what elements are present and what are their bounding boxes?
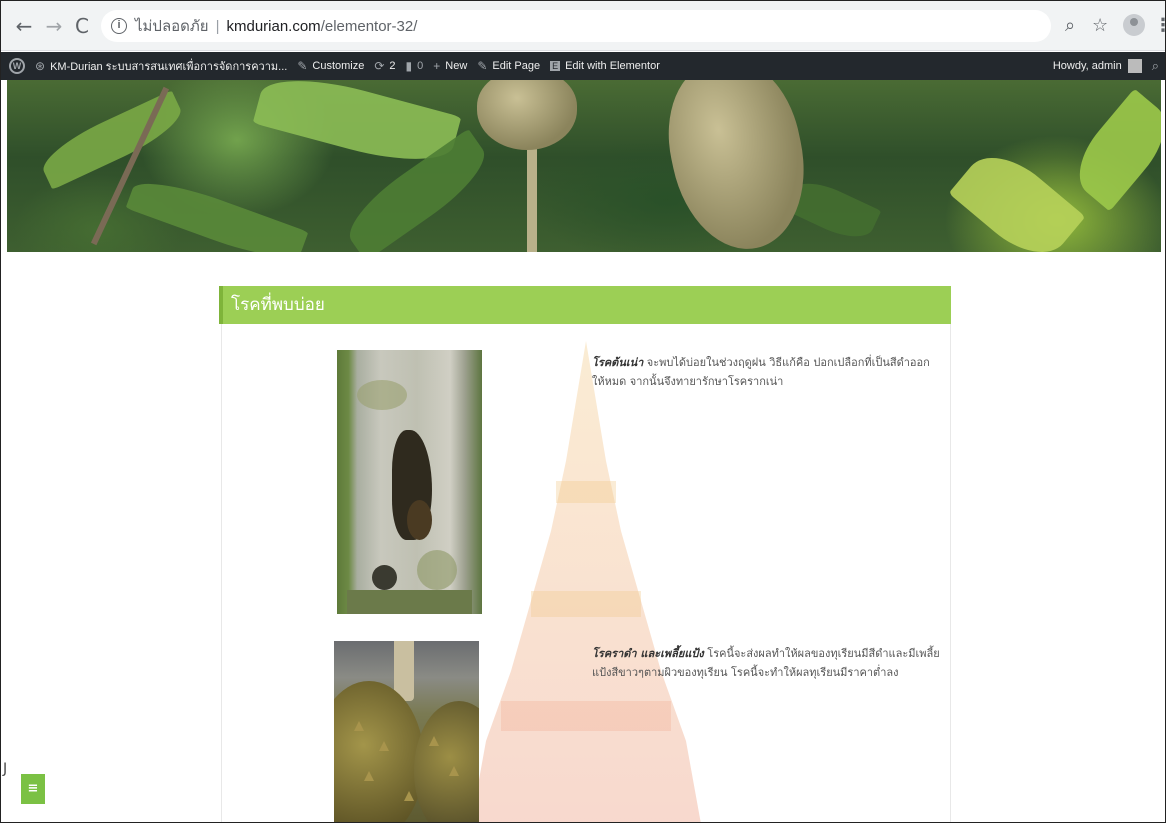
admin-customize[interactable]: ✎ Customize [297, 59, 364, 73]
temple-watermark-image [471, 341, 701, 822]
browser-toolbar: ← → C i ไม่ปลอดภัย | kmdurian.com /eleme… [1, 1, 1165, 51]
wp-admin-bar: W ⊛ KM-Durian ระบบสารสนเทศเพื่อการจัดการ… [1, 52, 1165, 80]
url-separator: | [215, 17, 220, 35]
admin-search-icon[interactable]: ⌕ [1152, 58, 1159, 74]
profile-avatar-icon[interactable] [1123, 14, 1145, 36]
disease-name-2: โรคราดำ และเพลี้ยแป้ง [592, 647, 704, 660]
comments-count: 0 [417, 60, 424, 72]
disease-text-1: จะพบได้บ่อยในช่วงฤดูฝน วิธีแก้คือ ปอกเปล… [592, 356, 930, 388]
updates-icon: ⟳ [374, 59, 385, 73]
admin-account[interactable]: Howdy, admin ⌕ [1053, 52, 1159, 80]
admin-edit-elementor[interactable]: E Edit with Elementor [550, 60, 660, 72]
edit-page-label: Edit Page [492, 60, 541, 72]
durian-fruit-photo [334, 641, 479, 822]
disease-description-2: โรคราดำ และเพลี้ยแป้ง โรคนี้จะส่งผลทำให้… [592, 644, 942, 682]
insecure-label: ไม่ปลอดภัย [135, 18, 209, 35]
address-bar[interactable]: i ไม่ปลอดภัย | kmdurian.com /elementor-3… [101, 10, 1051, 42]
disease-description-1: โรคต้นเน่า จะพบได้บ่อยในช่วงฤดูฝน วิธีแก… [592, 353, 942, 391]
howdy-label: Howdy, admin [1052, 60, 1122, 72]
disease-name-1: โรคต้นเน่า [592, 356, 644, 369]
admin-comments[interactable]: ▮ 0 [406, 59, 424, 73]
tree-trunk-photo [337, 350, 482, 614]
plus-icon: + [433, 59, 441, 73]
new-label: New [445, 60, 468, 72]
admin-site-name[interactable]: ⊛ KM-Durian ระบบสารสนเทศเพื่อการจัดการคว… [35, 57, 287, 75]
edit-elementor-label: Edit with Elementor [565, 60, 660, 72]
elementor-icon: E [550, 61, 561, 71]
customize-label: Customize [312, 60, 365, 72]
admin-edit-page[interactable]: ✎ Edit Page [477, 59, 540, 73]
bookmark-star-icon[interactable]: ☆ [1092, 15, 1108, 36]
info-icon[interactable]: i [111, 18, 127, 34]
url-path: /elementor-32/ [320, 17, 418, 35]
zoom-icon[interactable]: ⌕ [1065, 15, 1075, 36]
dashboard-icon: ⊛ [35, 59, 46, 73]
pencil-icon: ✎ [477, 59, 488, 73]
url-host: kmdurian.com [226, 17, 321, 35]
updates-count: 2 [389, 60, 396, 72]
browser-window: ← → C i ไม่ปลอดภัย | kmdurian.com /eleme… [0, 0, 1166, 823]
reload-icon[interactable]: C [71, 16, 93, 36]
section-heading: โรคที่พบบ่อย [219, 286, 951, 324]
kebab-menu-icon[interactable]: ⋮ [1154, 15, 1165, 36]
admin-updates[interactable]: ⟳ 2 [374, 59, 395, 73]
stray-glyph: J [3, 761, 8, 777]
forward-arrow-icon[interactable]: → [43, 16, 65, 36]
admin-avatar-icon [1127, 59, 1142, 73]
comment-icon: ▮ [405, 59, 413, 73]
brush-icon: ✎ [297, 59, 308, 73]
wordpress-logo-icon[interactable]: W [9, 58, 25, 74]
hero-banner-image [7, 80, 1161, 252]
elementor-navigator-button[interactable]: ≡ [21, 774, 45, 804]
site-name-label: KM-Durian ระบบสารสนเทศเพื่อการจัดการความ… [50, 61, 288, 73]
back-arrow-icon[interactable]: ← [13, 16, 35, 36]
admin-new[interactable]: + New [433, 59, 467, 73]
